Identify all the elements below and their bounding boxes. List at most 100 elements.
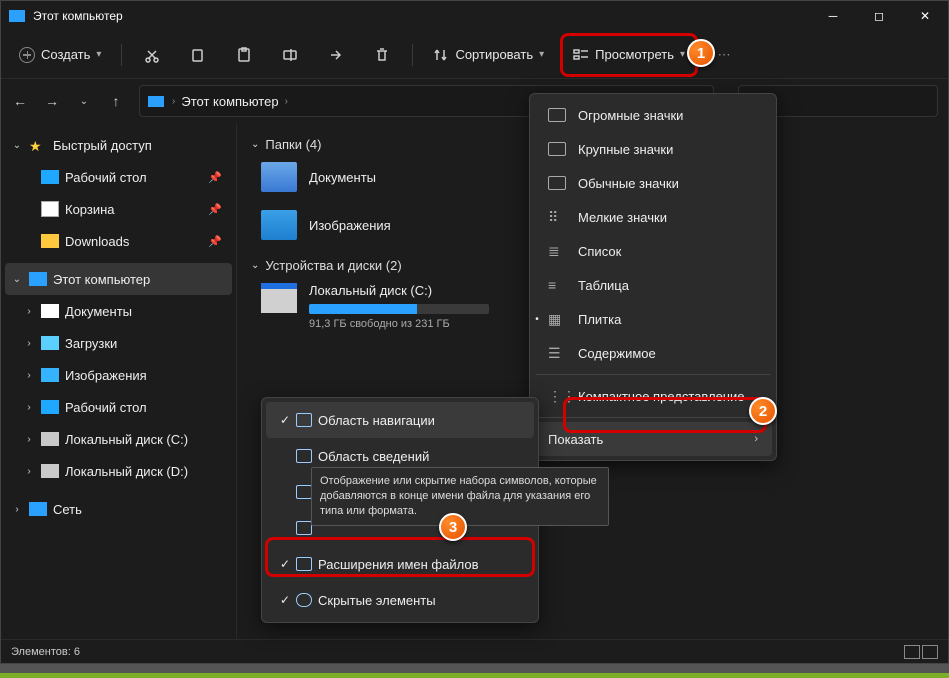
label: Область сведений xyxy=(318,449,429,464)
sidebar-recycle-bin[interactable]: Корзина📌 xyxy=(5,193,232,225)
thispc-icon xyxy=(148,96,164,107)
minimize-button[interactable]: ─ xyxy=(810,1,856,31)
sort-button[interactable]: Сортировать ▾ xyxy=(423,38,554,72)
star-icon: ★ xyxy=(29,138,47,152)
chevron-right-icon: › xyxy=(23,434,35,445)
sidebar-desktop[interactable]: Рабочий стол📌 xyxy=(5,161,232,193)
menu-separator xyxy=(536,417,770,418)
navigation-pane[interactable]: ⌄★Быстрый доступ Рабочий стол📌 Корзина📌 … xyxy=(1,123,237,639)
item-count: Элементов: 6 xyxy=(11,646,80,658)
chevron-down-icon: ⌄ xyxy=(251,260,259,271)
thumbnails-view-button[interactable] xyxy=(922,645,938,659)
check-icon: ✓ xyxy=(280,593,290,607)
previewpane-icon xyxy=(296,485,312,499)
checkboxes-icon xyxy=(296,521,312,535)
titlebar[interactable]: Этот компьютер ─ ◻ ✕ xyxy=(1,1,948,31)
details-view-button[interactable] xyxy=(904,645,920,659)
cut-button[interactable] xyxy=(132,38,172,72)
label: Список xyxy=(578,244,621,259)
sidebar-downloads-pinned[interactable]: Downloads📌 xyxy=(5,225,232,257)
sidebar-pictures[interactable]: ›Изображения xyxy=(5,359,232,391)
check-icon: ✓ xyxy=(280,413,290,427)
callout-1: 1 xyxy=(687,39,715,67)
drive-name: Локальный диск (C:) xyxy=(309,283,489,298)
list-icon: ≣ xyxy=(548,244,566,258)
view-medium[interactable]: Обычные значки xyxy=(534,166,772,200)
up-button[interactable]: ↑ xyxy=(107,93,125,109)
chevron-down-icon: ▾ xyxy=(96,49,101,60)
drive-free: 91,3 ГБ свободно из 231 ГБ xyxy=(309,318,489,330)
copy-button[interactable] xyxy=(178,38,218,72)
show-hidden-items[interactable]: ✓Скрытые элементы xyxy=(266,582,534,618)
back-button[interactable]: ← xyxy=(11,93,29,109)
window-title: Этот компьютер xyxy=(33,9,123,23)
chevron-right-icon: › xyxy=(285,96,288,107)
label: Локальный диск (C:) xyxy=(65,432,188,447)
compact-icon: ⋮⋮ xyxy=(548,389,566,403)
network-icon xyxy=(29,502,47,516)
share-button[interactable] xyxy=(316,38,356,72)
sidebar-this-pc[interactable]: ⌄Этот компьютер xyxy=(5,263,232,295)
downloads-icon xyxy=(41,336,59,350)
label: Папки (4) xyxy=(265,137,321,152)
maximize-button[interactable]: ◻ xyxy=(856,1,902,31)
sidebar-downloads[interactable]: ›Загрузки xyxy=(5,327,232,359)
rename-button[interactable] xyxy=(270,38,310,72)
navpane-icon xyxy=(296,413,312,427)
view-extra-large[interactable]: Огромные значки xyxy=(534,98,772,132)
view-button[interactable]: Просмотреть ▾ xyxy=(567,38,691,72)
view-tiles[interactable]: •▦Плитка xyxy=(534,302,772,336)
show-navigation-pane[interactable]: ✓ Область навигации xyxy=(266,402,534,438)
chevron-right-icon: › xyxy=(23,338,35,349)
window-controls: ─ ◻ ✕ xyxy=(810,1,948,31)
separator xyxy=(412,44,413,66)
documents-icon xyxy=(41,304,59,318)
label: Компактное представление xyxy=(578,389,744,404)
chevron-right-icon: › xyxy=(23,306,35,317)
view-content[interactable]: ☰Содержимое xyxy=(534,336,772,370)
callout-2: 2 xyxy=(749,397,777,425)
label: Область навигации xyxy=(318,413,435,428)
paste-button[interactable] xyxy=(224,38,264,72)
label: Документы xyxy=(309,170,376,185)
recent-button[interactable]: ⌄ xyxy=(75,96,93,107)
view-large[interactable]: Крупные значки xyxy=(534,132,772,166)
sidebar-disk-c[interactable]: › Локальный диск (C:) xyxy=(5,423,232,455)
forward-button[interactable]: → xyxy=(43,93,61,109)
delete-button[interactable] xyxy=(362,38,402,72)
sidebar-network[interactable]: ›Сеть xyxy=(5,493,232,525)
label: Таблица xyxy=(578,278,629,293)
label: Крупные значки xyxy=(578,142,673,157)
chevron-down-icon: ▾ xyxy=(539,49,544,60)
label: Устройства и диски (2) xyxy=(265,258,401,273)
capacity-bar xyxy=(309,304,489,314)
sidebar-desktop2[interactable]: ›Рабочий стол xyxy=(5,391,232,423)
new-label: Создать xyxy=(41,47,90,62)
new-button[interactable]: Создать ▾ xyxy=(9,38,111,72)
nav-row: ← → ⌄ ↑ › Этот компьютер › ер xyxy=(1,79,948,123)
label: Локальный диск (D:) xyxy=(65,464,188,479)
pictures-icon xyxy=(261,210,297,240)
view-small[interactable]: ⠿Мелкие значки xyxy=(534,200,772,234)
pin-icon: 📌 xyxy=(208,171,222,184)
close-button[interactable]: ✕ xyxy=(902,1,948,31)
drive-icon xyxy=(41,464,59,478)
label: Документы xyxy=(65,304,132,319)
sidebar-disk-d[interactable]: ›Локальный диск (D:) xyxy=(5,455,232,487)
label: Показать xyxy=(548,432,603,447)
breadcrumb[interactable]: Этот компьютер xyxy=(181,94,278,109)
sort-label: Сортировать xyxy=(455,47,533,62)
thispc-icon xyxy=(9,10,25,22)
view-show-submenu[interactable]: Показать › xyxy=(534,422,772,456)
desktop-icon xyxy=(41,170,59,184)
view-compact[interactable]: ⋮⋮ Компактное представление xyxy=(534,379,772,413)
pin-icon: 📌 xyxy=(208,203,222,216)
sidebar-documents[interactable]: › Документы xyxy=(5,295,232,327)
show-file-extensions[interactable]: ✓Расширения имен файлов xyxy=(266,546,534,582)
cut-icon xyxy=(144,47,160,63)
view-list[interactable]: ≣ Список xyxy=(534,234,772,268)
view-details[interactable]: ≡Таблица xyxy=(534,268,772,302)
callout-3: 3 xyxy=(439,513,467,541)
drive-icon xyxy=(261,283,297,313)
sidebar-quick-access[interactable]: ⌄★Быстрый доступ xyxy=(5,129,232,161)
